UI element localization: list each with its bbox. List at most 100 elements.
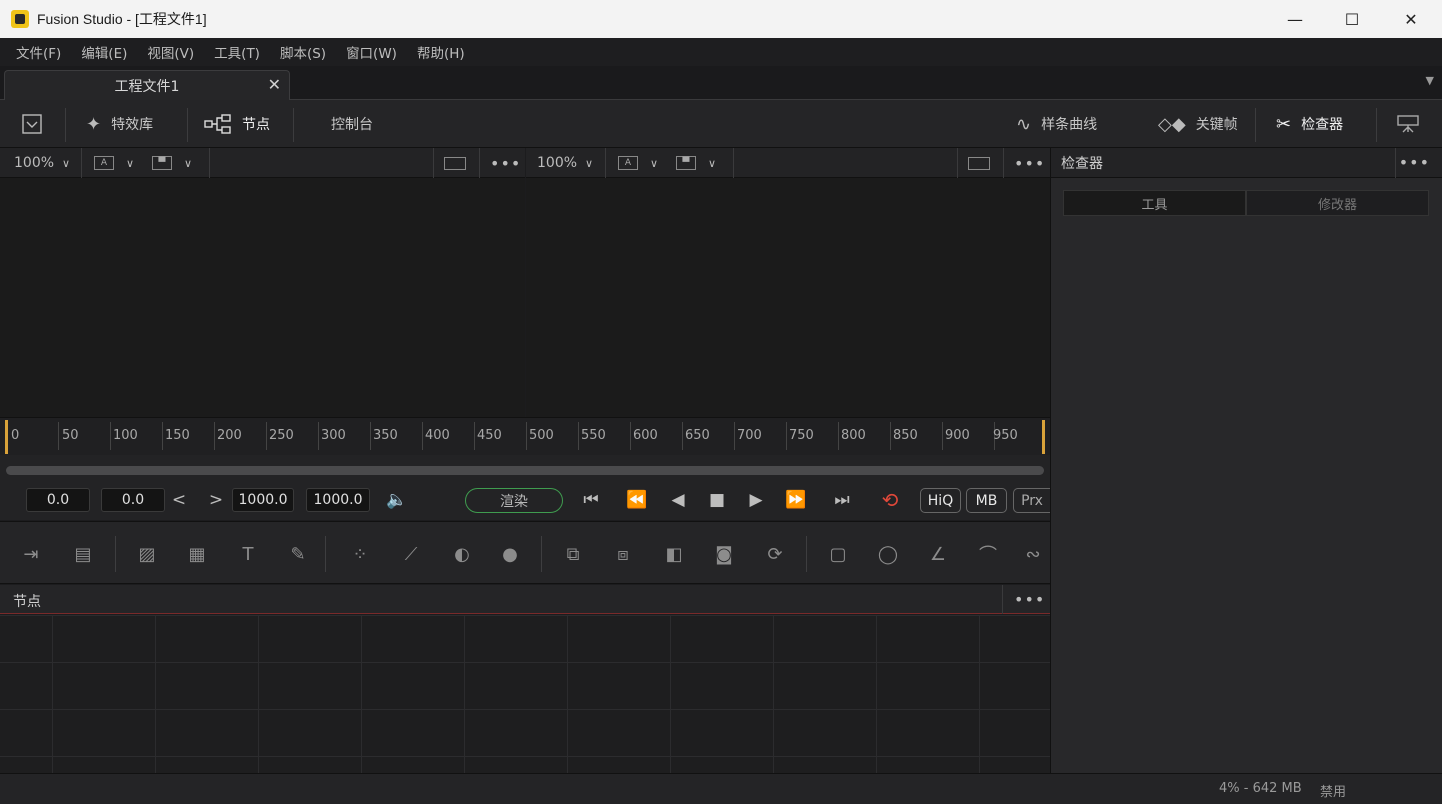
hiq-toggle[interactable]: HiQ [920, 488, 961, 513]
rectangle-mask-icon[interactable]: ▢ [823, 542, 853, 566]
loader-icon[interactable]: ⇥ [16, 542, 46, 566]
global-start-field[interactable]: 0.0 [101, 488, 165, 512]
left-viewer-options-button[interactable]: ••• [490, 148, 521, 178]
chevron-down-icon: ∨ [708, 156, 717, 170]
ruler-tick [734, 422, 735, 450]
menu-help[interactable]: 帮助(H) [407, 42, 475, 62]
render-start-marker[interactable] [5, 420, 8, 454]
tab-close-icon[interactable]: ✕ [268, 75, 281, 94]
toolbar-divider [187, 108, 188, 142]
go-to-end-icon[interactable]: ⏭ [827, 488, 857, 512]
tools-divider [541, 536, 542, 572]
status-bar: 4% - 642 MB 禁用 [0, 773, 1442, 804]
ruler-tick [162, 422, 163, 450]
right-roi-select[interactable]: ▀ ∨ [676, 148, 716, 178]
console-button[interactable]: 控制台 [331, 100, 373, 148]
rewind-icon[interactable]: ⏪ [622, 488, 652, 512]
left-channel-select[interactable]: A ∨ [94, 148, 134, 178]
next-frame-icon[interactable]: > [207, 488, 225, 512]
menu-window[interactable]: 窗口(W) [336, 42, 407, 62]
color-curves-icon[interactable]: ⟋ [396, 542, 426, 566]
right-viewer-options-button[interactable]: ••• [1014, 148, 1045, 178]
spline-button[interactable]: ∿ 样条曲线 [1016, 100, 1097, 148]
render-button[interactable]: 渲染 [465, 488, 563, 513]
left-roi-select[interactable]: ▀ ∨ [152, 148, 192, 178]
fast-noise-icon[interactable]: ▦ [182, 542, 212, 566]
mask-icon[interactable]: ◙ [709, 542, 739, 566]
keyframes-button[interactable]: ◇◆ 关键帧 [1158, 100, 1238, 148]
screen-layout-button[interactable] [1397, 100, 1419, 148]
left-zoom-select[interactable]: 100% ∨ [14, 148, 70, 178]
left-fit-button[interactable] [444, 148, 466, 178]
tab-project-1[interactable]: 工程文件1 ✕ [4, 70, 290, 100]
paint-icon[interactable]: ✎ [283, 542, 313, 566]
ellipse-mask-icon[interactable]: ◯ [873, 542, 903, 566]
particles-icon[interactable]: ⁘ [345, 542, 375, 566]
ruler-label: 250 [269, 428, 294, 443]
play-icon[interactable]: ▶ [742, 488, 770, 512]
right-viewer[interactable] [526, 178, 1050, 417]
toolbar-divider [65, 108, 66, 142]
menu-file[interactable]: 文件(F) [6, 42, 71, 62]
menu-tools[interactable]: 工具(T) [204, 42, 270, 62]
render-end-marker[interactable] [1042, 420, 1045, 454]
chevron-down-icon: ∨ [126, 156, 135, 170]
chevron-down-icon: ∨ [585, 156, 594, 170]
stop-icon[interactable]: ■ [703, 488, 731, 512]
ruler-label: 950 [993, 428, 1018, 443]
toolbar-dropdown-button[interactable] [22, 100, 42, 148]
right-fit-button[interactable] [968, 148, 990, 178]
minimize-button[interactable]: — [1266, 0, 1324, 38]
play-reverse-icon[interactable]: ◀ [664, 488, 692, 512]
tab-overflow-icon[interactable]: ▼ [1426, 74, 1434, 87]
right-zoom-select[interactable]: 100% ∨ [537, 148, 593, 178]
speaker-icon[interactable]: 🔈 [384, 488, 410, 512]
ruler-tick [370, 422, 371, 450]
background-icon[interactable]: ▨ [132, 542, 162, 566]
alpha-channel-icon: A [94, 156, 114, 170]
close-window-button[interactable]: ✕ [1382, 0, 1440, 38]
menu-view[interactable]: 视图(V) [137, 42, 204, 62]
loop-icon[interactable]: ⟲ [874, 488, 906, 512]
menu-edit[interactable]: 编辑(E) [71, 42, 137, 62]
blur-drop-icon[interactable]: ● [495, 542, 525, 566]
ruler-label: 150 [165, 428, 190, 443]
text-plus-icon[interactable]: T [233, 542, 263, 566]
nodes-button[interactable]: 节点 [204, 100, 270, 148]
prev-frame-icon[interactable]: < [170, 488, 188, 512]
transform-icon[interactable]: ⟳ [760, 542, 790, 566]
menu-script[interactable]: 脚本(S) [270, 42, 336, 62]
brightness-contrast-icon[interactable]: ◐ [447, 542, 477, 566]
ruler-label: 300 [321, 428, 346, 443]
channel-booleans-icon[interactable]: ⧈ [608, 542, 638, 566]
inspector-button[interactable]: ✂ 检查器 [1276, 100, 1343, 148]
bspline-mask-icon[interactable]: ⌒ [973, 542, 1003, 566]
left-viewer[interactable] [0, 178, 525, 417]
time-ruler[interactable]: 0 50 100 150 200 250 300 350 400 450 500… [0, 417, 1050, 455]
timeline-scrollbar[interactable] [6, 466, 1044, 475]
ruler-tick [890, 422, 891, 450]
right-channel-select[interactable]: A ∨ [618, 148, 658, 178]
global-end-field[interactable]: 1000.0 [306, 488, 370, 512]
polygon-mask-icon[interactable]: ∠ [923, 542, 953, 566]
inspector-panel: 检查器 ••• 工具 修改器 [1050, 148, 1442, 773]
go-to-start-icon[interactable]: ⏮ [576, 488, 606, 512]
ruler-label: 650 [685, 428, 710, 443]
fast-forward-icon[interactable]: ⏩ [781, 488, 811, 512]
media-in-icon[interactable]: ▤ [68, 542, 98, 566]
proxy-toggle[interactable]: Prx [1013, 488, 1050, 513]
tab-tools[interactable]: 工具 [1063, 190, 1246, 216]
maximize-button[interactable]: ☐ [1323, 0, 1381, 38]
more-dots-icon[interactable]: ••• [1399, 153, 1430, 172]
render-start-field[interactable]: 0.0 [26, 488, 90, 512]
effects-library-button[interactable]: ✦ 特效库 [86, 100, 153, 148]
wand-mask-icon[interactable]: ∾ [1018, 542, 1048, 566]
node-graph-canvas[interactable] [0, 615, 1050, 773]
matte-control-icon[interactable]: ◧ [659, 542, 689, 566]
more-dots-icon[interactable]: ••• [1014, 590, 1045, 609]
render-end-field[interactable]: 1000.0 [232, 488, 294, 512]
merge-icon[interactable]: ⧉ [558, 542, 588, 566]
tab-modifiers[interactable]: 修改器 [1246, 190, 1429, 216]
motion-blur-toggle[interactable]: MB [966, 488, 1007, 513]
ruler-label: 900 [945, 428, 970, 443]
